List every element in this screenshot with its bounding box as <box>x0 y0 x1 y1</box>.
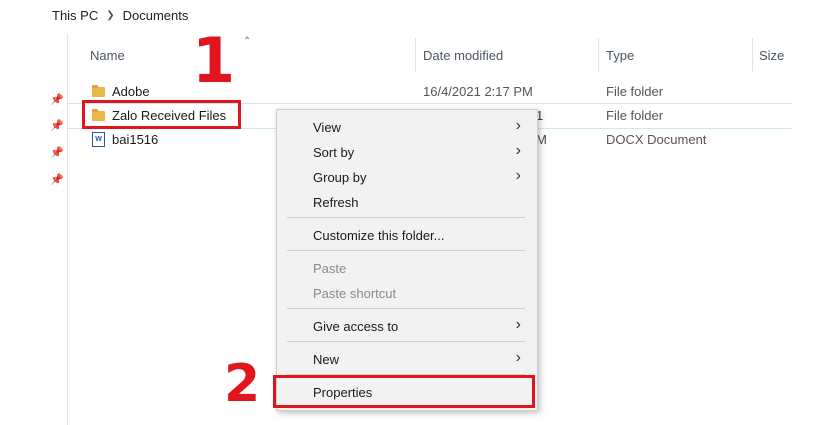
chevron-right-icon: › <box>515 117 521 134</box>
menu-separator <box>287 341 525 342</box>
column-divider[interactable] <box>598 38 599 72</box>
column-header-row: Name Date modified Type Size <box>68 38 792 72</box>
column-divider[interactable] <box>415 38 416 72</box>
breadcrumb: This PC ❯ Documents <box>52 8 188 23</box>
file-name: bai1516 <box>112 132 159 147</box>
file-type: File folder <box>606 84 664 99</box>
menu-separator <box>287 217 525 218</box>
file-type: DOCX Document <box>606 132 707 147</box>
menu-item-refresh[interactable]: Refresh <box>277 190 535 214</box>
folder-icon <box>92 85 105 97</box>
column-header-date-modified[interactable]: Date modified <box>423 48 503 63</box>
chevron-right-icon: › <box>515 316 521 333</box>
chevron-right-icon: › <box>515 142 521 159</box>
file-name: Adobe <box>112 84 150 99</box>
step-number-2: 2 <box>224 354 261 414</box>
menu-item-view[interactable]: View › <box>277 115 535 139</box>
breadcrumb-documents[interactable]: Documents <box>123 8 189 23</box>
chevron-right-icon: › <box>515 349 521 366</box>
chevron-right-icon: ❯ <box>106 10 115 21</box>
chevron-right-icon: › <box>515 167 521 184</box>
menu-item-sort-by[interactable]: Sort by › <box>277 140 535 164</box>
column-divider[interactable] <box>752 38 753 72</box>
column-header-type[interactable]: Type <box>606 48 634 63</box>
column-header-size[interactable]: Size <box>759 48 784 63</box>
menu-item-group-by[interactable]: Group by › <box>277 165 535 189</box>
file-date: 16/4/2021 2:17 PM <box>423 84 533 99</box>
context-menu: View › Sort by › Group by › Refresh Cust… <box>276 109 538 411</box>
menu-separator <box>287 308 525 309</box>
navigation-pane-edge <box>48 34 68 425</box>
pin-icon[interactable]: 📌 <box>50 120 64 132</box>
docx-icon: W <box>92 132 105 147</box>
breadcrumb-this-pc[interactable]: This PC <box>52 8 98 23</box>
menu-item-paste: Paste <box>313 261 347 276</box>
menu-item-give-access-to[interactable]: Give access to › <box>277 314 535 338</box>
pin-icon[interactable]: 📌 <box>50 147 64 159</box>
highlight-box-zalo-folder <box>82 100 241 129</box>
menu-item-new[interactable]: New › <box>277 347 535 371</box>
menu-separator <box>287 250 525 251</box>
highlight-box-properties <box>273 375 535 408</box>
pin-icon[interactable]: 📌 <box>50 94 64 106</box>
menu-item-customize-folder[interactable]: Customize this folder... <box>277 223 535 247</box>
file-type: File folder <box>606 108 664 123</box>
column-header-name[interactable]: Name <box>90 48 125 63</box>
menu-item-paste-shortcut: Paste shortcut <box>313 286 397 301</box>
pin-icon[interactable]: 📌 <box>50 174 64 186</box>
step-number-1: 1 <box>192 24 236 97</box>
